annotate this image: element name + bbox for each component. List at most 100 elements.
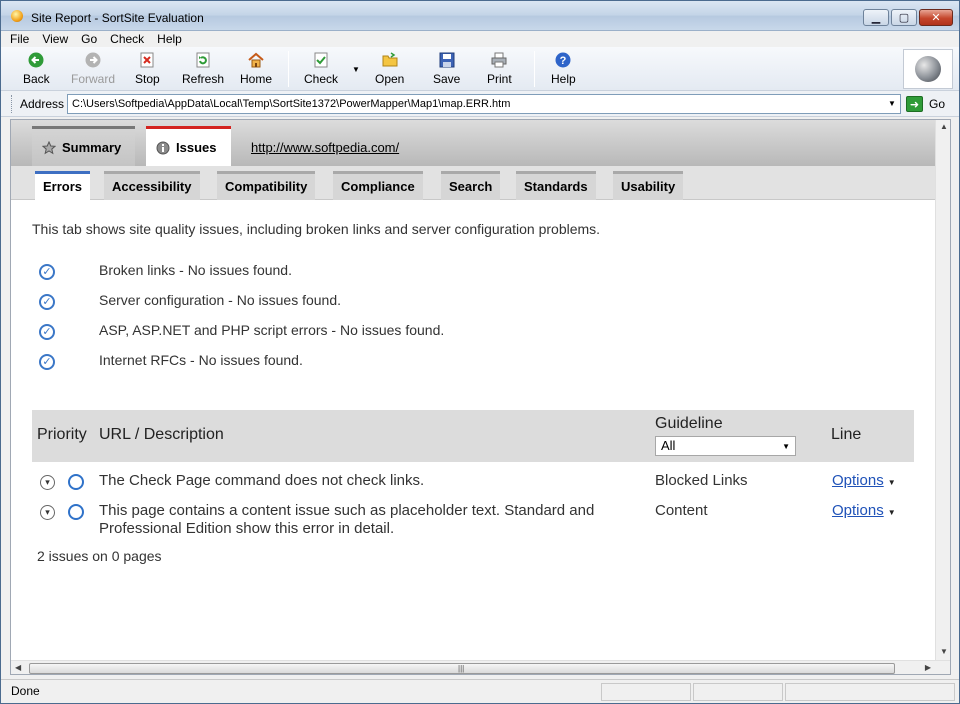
issue-guideline: Blocked Links (655, 472, 748, 489)
issue-description: This page contains a content issue such … (99, 502, 595, 537)
check-dropdown-icon[interactable]: ▼ (352, 65, 360, 74)
col-priority[interactable]: Priority (37, 426, 87, 444)
forward-label: Forward (71, 72, 116, 86)
grip-icon: ||| (458, 664, 465, 673)
maximize-button[interactable]: ▢ (891, 9, 917, 26)
check-result-text: Broken links - No issues found. (99, 262, 292, 278)
check-button[interactable]: Check (304, 49, 338, 87)
go-arrow-icon[interactable]: ➜ (906, 96, 923, 112)
help-button[interactable]: ? Help (551, 49, 576, 87)
scroll-right-icon[interactable]: ▶ (925, 663, 931, 672)
forward-arrow-icon (85, 52, 101, 68)
back-arrow-icon (28, 52, 44, 68)
category-tabs: Errors Accessibility Compatibility Compl… (11, 166, 935, 201)
close-button[interactable]: ✕ (919, 9, 953, 26)
open-label: Open (375, 72, 405, 86)
tab-errors[interactable]: Errors (35, 171, 91, 201)
report-header: Summary Issues http://www.softpedia.com/ (11, 120, 935, 166)
expand-chevron-icon[interactable]: ▾ (40, 475, 55, 490)
vertical-scrollbar[interactable]: ▲ ▼ (935, 120, 950, 660)
stop-button[interactable]: Stop (135, 49, 160, 87)
address-grip[interactable] (11, 95, 14, 113)
app-window: Site Report - SortSite Evaluation ▁ ▢ ✕ … (0, 0, 960, 704)
home-button[interactable]: Home (240, 49, 272, 87)
stop-icon (139, 52, 155, 68)
forward-button[interactable]: Forward (71, 49, 115, 87)
scroll-left-icon[interactable]: ◀ (15, 663, 21, 672)
tab-accessibility[interactable]: Accessibility (104, 171, 200, 200)
star-icon (42, 140, 56, 154)
menu-help[interactable]: Help (157, 31, 182, 47)
globe-icon (915, 56, 941, 82)
issue-description: The Check Page command does not check li… (99, 472, 425, 489)
printer-icon (491, 52, 507, 68)
tab-usability[interactable]: Usability (613, 171, 684, 200)
scroll-down-icon[interactable]: ▼ (940, 647, 948, 656)
options-link[interactable]: Options ▼ (832, 502, 896, 522)
options-link[interactable]: Options ▼ (832, 472, 896, 492)
tab-summary[interactable]: Summary (32, 126, 135, 166)
toolbar-separator (534, 51, 535, 87)
check-result-text: Server configuration - No issues found. (99, 292, 342, 308)
check-result-text: Internet RFCs - No issues found. (99, 352, 303, 368)
title-bar: Site Report - SortSite Evaluation ▁ ▢ ✕ (1, 1, 959, 31)
issues-summary: 2 issues on 0 pages (37, 548, 162, 564)
back-label: Back (23, 72, 50, 86)
address-input[interactable]: C:\Users\Softpedia\AppData\Local\Temp\So… (67, 94, 901, 114)
check-result-text: ASP, ASP.NET and PHP script errors - No … (99, 322, 445, 338)
guideline-filter-value: All (661, 438, 676, 453)
expand-chevron-icon[interactable]: ▾ (40, 505, 55, 520)
refresh-button[interactable]: Refresh (182, 49, 224, 87)
info-icon (156, 141, 170, 154)
tab-compliance[interactable]: Compliance (333, 171, 423, 200)
save-label: Save (433, 72, 461, 86)
stop-label: Stop (135, 72, 160, 86)
save-button[interactable]: Save (433, 49, 460, 87)
tab-issues[interactable]: Issues (146, 126, 231, 166)
tab-search[interactable]: Search (441, 171, 501, 200)
save-disk-icon (439, 52, 455, 68)
check-label: Check (304, 72, 339, 86)
tab-summary-label: Summary (62, 140, 122, 155)
minimize-button[interactable]: ▁ (863, 9, 889, 26)
maximize-icon: ▢ (898, 12, 910, 24)
horizontal-scrollbar[interactable]: ◀ ||| ▶ (11, 660, 950, 674)
print-button[interactable]: Print (487, 49, 512, 87)
menu-view[interactable]: View (42, 31, 68, 47)
check-circle-icon: ✓ (39, 354, 55, 370)
refresh-icon (195, 52, 211, 68)
address-label: Address (20, 97, 65, 111)
tab-standards[interactable]: Standards (516, 171, 596, 200)
go-button[interactable]: Go (929, 97, 945, 111)
chevron-down-icon: ▼ (782, 442, 790, 451)
refresh-label: Refresh (182, 72, 225, 86)
guideline-filter-select[interactable]: All ▼ (655, 436, 796, 456)
status-pane (693, 683, 783, 701)
check-circle-icon: ✓ (39, 294, 55, 310)
report-view: Summary Issues http://www.softpedia.com/… (10, 119, 951, 675)
tab-compatibility[interactable]: Compatibility (217, 171, 316, 200)
menu-file[interactable]: File (10, 31, 29, 47)
col-guideline[interactable]: Guideline (655, 415, 723, 433)
svg-text:?: ? (560, 55, 567, 67)
col-url-description[interactable]: URL / Description (99, 426, 224, 444)
toolbar: Back Forward Stop Refresh Home Check ▼ O… (1, 47, 959, 91)
col-line[interactable]: Line (831, 426, 861, 444)
site-url-link[interactable]: http://www.softpedia.com/ (251, 140, 399, 155)
home-label: Home (240, 72, 273, 86)
menu-bar: File View Go Check Help (1, 31, 959, 47)
open-button[interactable]: Open (375, 49, 404, 87)
priority-circle-icon (68, 474, 84, 490)
check-page-icon (313, 52, 329, 68)
menu-check[interactable]: Check (110, 31, 144, 47)
menu-go[interactable]: Go (81, 31, 97, 47)
scroll-up-icon[interactable]: ▲ (940, 122, 948, 131)
status-bar: Done (1, 679, 959, 703)
minimize-icon: ▁ (871, 12, 881, 24)
status-text: Done (11, 684, 40, 698)
back-button[interactable]: Back (23, 49, 50, 87)
intro-text: This tab shows site quality issues, incl… (32, 221, 601, 237)
window-title: Site Report - SortSite Evaluation (31, 11, 204, 25)
address-dropdown-icon[interactable]: ▼ (888, 99, 896, 108)
scroll-thumb[interactable]: ||| (29, 663, 895, 674)
